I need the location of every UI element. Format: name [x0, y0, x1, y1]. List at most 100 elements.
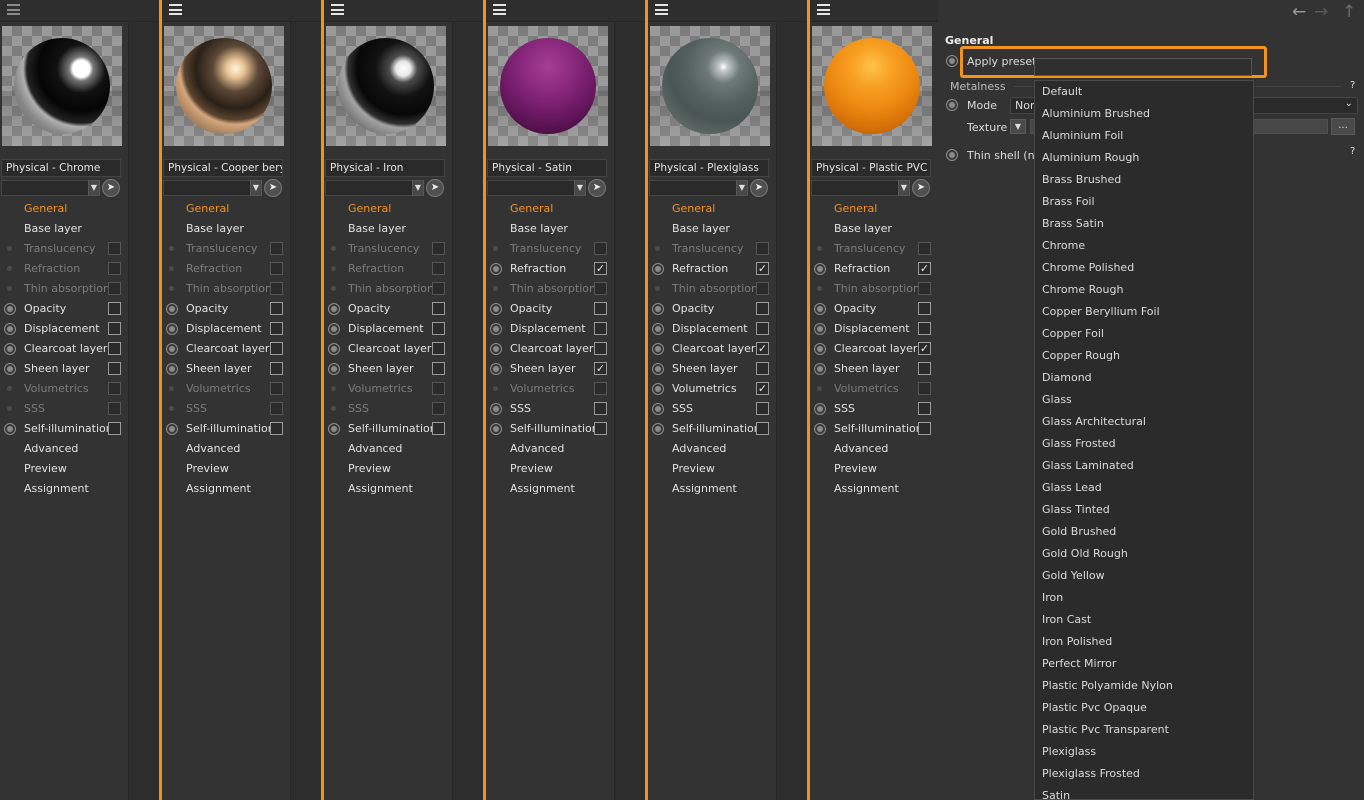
material-preview[interactable]	[488, 26, 608, 146]
channel-label[interactable]: Clearcoat layer	[510, 342, 593, 355]
channel-row[interactable]: Sheen layer	[0, 359, 128, 379]
channel-label[interactable]: Base layer	[186, 222, 244, 235]
channel-row[interactable]: Refraction	[324, 259, 452, 279]
channel-label[interactable]: Base layer	[24, 222, 82, 235]
channel-row[interactable]: Base layer	[648, 219, 776, 239]
channel-row[interactable]: Opacity	[486, 299, 614, 319]
channel-label[interactable]: Translucency	[348, 242, 419, 255]
animate-radio-icon[interactable]	[328, 303, 340, 315]
channel-checkbox[interactable]	[756, 362, 769, 375]
hamburger-menu-icon[interactable]	[7, 4, 20, 15]
preset-option[interactable]: Glass Laminated	[1035, 455, 1253, 477]
channel-row[interactable]: Volumetrics	[486, 379, 614, 399]
channel-label[interactable]: Advanced	[24, 442, 78, 455]
channel-checkbox[interactable]	[432, 242, 445, 255]
channel-checkbox[interactable]	[270, 302, 283, 315]
channel-checkbox[interactable]: ✓	[594, 362, 607, 375]
channel-label[interactable]: Displacement	[834, 322, 910, 335]
channel-label[interactable]: Base layer	[510, 222, 568, 235]
preset-option[interactable]: Aluminium Rough	[1035, 147, 1253, 169]
channel-row[interactable]: General	[162, 199, 290, 219]
channel-label[interactable]: Opacity	[348, 302, 390, 315]
channel-label[interactable]: Advanced	[348, 442, 402, 455]
chevron-down-icon[interactable]: ▼	[736, 180, 748, 196]
animate-radio-icon[interactable]	[652, 263, 664, 275]
channel-label[interactable]: Sheen layer	[672, 362, 738, 375]
channel-label[interactable]: Assignment	[24, 482, 89, 495]
animate-radio-icon[interactable]	[328, 363, 340, 375]
channel-row[interactable]: SSS	[648, 399, 776, 419]
channel-row[interactable]: General	[0, 199, 128, 219]
animate-radio-icon[interactable]	[328, 343, 340, 355]
preset-option[interactable]: Plexiglass Frosted	[1035, 763, 1253, 785]
channel-row[interactable]: Sheen layer	[810, 359, 938, 379]
channel-label[interactable]: Opacity	[24, 302, 66, 315]
link-field[interactable]	[1, 180, 89, 196]
hamburger-menu-icon[interactable]	[493, 4, 506, 15]
animate-radio-icon[interactable]	[166, 423, 178, 435]
channel-label[interactable]: Assignment	[510, 482, 575, 495]
channel-checkbox[interactable]	[756, 402, 769, 415]
channel-label[interactable]: Clearcoat layer	[834, 342, 917, 355]
preset-option[interactable]: Chrome Polished	[1035, 257, 1253, 279]
channel-label[interactable]: General	[672, 202, 715, 215]
channel-row[interactable]: Refraction ✓	[810, 259, 938, 279]
channel-checkbox[interactable]	[108, 402, 121, 415]
preset-option[interactable]: Iron Polished	[1035, 631, 1253, 653]
channel-row[interactable]: Displacement	[0, 319, 128, 339]
preset-option[interactable]: Default	[1035, 81, 1253, 103]
channel-checkbox[interactable]	[594, 342, 607, 355]
hamburger-menu-icon[interactable]	[331, 4, 344, 15]
channel-checkbox[interactable]	[756, 302, 769, 315]
channel-checkbox[interactable]	[108, 362, 121, 375]
link-field[interactable]	[649, 180, 737, 196]
preset-option[interactable]: Chrome	[1035, 235, 1253, 257]
channel-label[interactable]: Sheen layer	[24, 362, 90, 375]
channel-label[interactable]: Refraction	[510, 262, 566, 275]
channel-row[interactable]: Translucency	[648, 239, 776, 259]
channel-row[interactable]: Base layer	[162, 219, 290, 239]
pick-object-icon[interactable]: ➤	[264, 179, 282, 197]
channel-row[interactable]: General	[324, 199, 452, 219]
animate-radio-icon[interactable]	[328, 423, 340, 435]
channel-checkbox[interactable]: ✓	[918, 342, 931, 355]
preset-option[interactable]: Brass Brushed	[1035, 169, 1253, 191]
channel-row[interactable]: Opacity	[648, 299, 776, 319]
channel-checkbox[interactable]	[918, 382, 931, 395]
channel-checkbox[interactable]	[108, 322, 121, 335]
channel-checkbox[interactable]: ✓	[594, 262, 607, 275]
animate-radio-icon[interactable]	[652, 343, 664, 355]
channel-row[interactable]: Thin absorption	[162, 279, 290, 299]
channel-checkbox[interactable]	[918, 422, 931, 435]
channel-row[interactable]: Refraction ✓	[648, 259, 776, 279]
preset-option[interactable]: Glass Tinted	[1035, 499, 1253, 521]
channel-label[interactable]: SSS	[348, 402, 369, 415]
channel-row[interactable]: Translucency	[324, 239, 452, 259]
channel-label[interactable]: Refraction	[348, 262, 404, 275]
channel-checkbox[interactable]	[270, 322, 283, 335]
animate-radio-icon[interactable]	[652, 423, 664, 435]
channel-row[interactable]: Preview	[162, 459, 290, 479]
channel-row[interactable]: SSS	[162, 399, 290, 419]
animate-radio-icon[interactable]	[490, 423, 502, 435]
channel-row[interactable]: Assignment	[162, 479, 290, 499]
channel-label[interactable]: Opacity	[834, 302, 876, 315]
channel-label[interactable]: Self-illumination	[348, 422, 437, 435]
animate-radio-icon[interactable]	[814, 303, 826, 315]
channel-row[interactable]: Advanced	[324, 439, 452, 459]
animate-radio-icon[interactable]	[4, 303, 16, 315]
channel-label[interactable]: General	[510, 202, 553, 215]
channel-label[interactable]: Thin absorption	[510, 282, 596, 295]
channel-label[interactable]: Base layer	[834, 222, 892, 235]
back-arrow-icon[interactable]: ←	[1292, 2, 1306, 22]
channel-checkbox[interactable]	[594, 422, 607, 435]
channel-row[interactable]: Thin absorption	[324, 279, 452, 299]
channel-row[interactable]: Displacement	[648, 319, 776, 339]
channel-row[interactable]: Preview	[324, 459, 452, 479]
channel-label[interactable]: General	[24, 202, 67, 215]
channel-label[interactable]: Base layer	[672, 222, 730, 235]
channel-row[interactable]: Self-illumination	[162, 419, 290, 439]
channel-label[interactable]: Self-illumination	[672, 422, 761, 435]
channel-label[interactable]: Self-illumination	[24, 422, 113, 435]
channel-row[interactable]: Sheen layer	[324, 359, 452, 379]
